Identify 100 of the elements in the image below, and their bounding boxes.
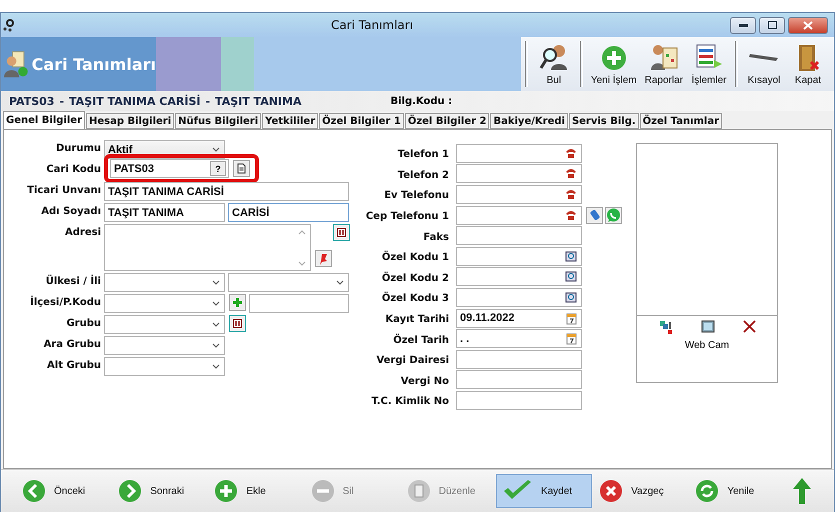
help-button[interactable]: ? (210, 161, 226, 176)
date-field[interactable]: . . (456, 329, 582, 348)
field-label: Özel Tarih (392, 332, 450, 346)
code-field[interactable] (456, 288, 582, 307)
record-title: TAŞIT TANIMA CARİSİ (69, 94, 200, 108)
webcam-label: Web Cam (684, 340, 730, 351)
action-button[interactable]: Sonraki (111, 474, 208, 508)
field-label: Alt Grubu (46, 359, 102, 371)
dropdown[interactable] (228, 273, 349, 292)
chat-button[interactable] (605, 206, 622, 224)
field-label: Durumu (54, 142, 102, 154)
field-label: Adresi (64, 226, 102, 238)
field-label: T.C. Kimlik No (370, 395, 450, 408)
dropdown[interactable] (104, 273, 225, 292)
check-icon (502, 480, 533, 502)
cancel-icon (599, 479, 624, 503)
close-icon (803, 20, 813, 30)
tab[interactable]: Nüfus Bilgileri (175, 113, 262, 129)
first-name-field[interactable]: TAŞIT TANIMA (104, 203, 225, 222)
toolbar-button[interactable]: İşlemler (687, 39, 731, 89)
mobile-button[interactable] (586, 206, 603, 224)
door-icon (797, 44, 819, 72)
delete-icon[interactable] (742, 320, 756, 333)
toolbar-button[interactable]: Raporlar (640, 39, 687, 89)
caret-icon (212, 280, 220, 285)
text-field[interactable] (456, 226, 582, 246)
maximize-icon (768, 21, 776, 29)
action-button[interactable]: Önceki (15, 474, 112, 508)
lookup-icon (565, 250, 577, 262)
tab[interactable]: Hesap Bilgileri (86, 113, 174, 129)
mobile-phone-icon (588, 209, 600, 222)
phone-icon (565, 210, 577, 221)
pause-button[interactable] (333, 224, 350, 241)
date-field[interactable]: 09.11.2022 (456, 308, 582, 328)
maximize-button[interactable] (759, 16, 785, 34)
camera-icon[interactable] (700, 320, 714, 333)
caret-icon (212, 322, 220, 327)
action-button[interactable]: Kaydet (496, 474, 592, 508)
plus-icon (214, 479, 238, 503)
edit-icon (406, 479, 431, 503)
tab[interactable]: Yetkililer (262, 113, 318, 129)
report-icon (648, 42, 679, 72)
tab[interactable]: Özel Bilgiler 2 (404, 113, 490, 129)
tab[interactable]: Servis Bilg. (568, 113, 639, 129)
action-button[interactable]: Vazgeç (592, 474, 688, 508)
window-title: Cari Tanımları (330, 18, 414, 32)
last-name-field[interactable]: CARİSİ (228, 203, 349, 222)
field-label: Kayıt Tarihi (384, 313, 450, 326)
record-title: TAŞIT TANIMA (215, 94, 302, 108)
document-icon (237, 163, 246, 174)
app-icon (3, 18, 17, 32)
document-button[interactable] (233, 160, 250, 177)
phone-icon (565, 168, 577, 180)
header-title: Cari Tanımları (32, 54, 156, 74)
field-label: Vergi Dairesi (375, 354, 450, 366)
field-label: Ara Grubu (42, 338, 102, 350)
plus-icon (232, 297, 243, 308)
record-title: - (59, 94, 64, 108)
tab[interactable]: Özel Tanımlar (640, 113, 722, 129)
import-icon[interactable] (658, 320, 672, 334)
minus-icon (310, 479, 335, 503)
field-label: Vergi No (400, 374, 450, 387)
chat-bubble-icon (606, 208, 621, 223)
code-field[interactable] (456, 267, 582, 286)
toolbar-button[interactable]: Kısayol (742, 39, 786, 89)
address-field[interactable] (104, 224, 311, 271)
code-field[interactable] (456, 246, 582, 266)
dropdown[interactable] (104, 357, 225, 376)
scroll-arrows-icon (297, 228, 307, 268)
phone-icon (565, 188, 577, 200)
minimize-button[interactable] (730, 16, 756, 34)
phone-field[interactable] (456, 206, 582, 225)
text-field[interactable] (456, 370, 582, 390)
toolbar-button[interactable]: Kapat (786, 39, 830, 89)
toolbar-button[interactable]: Yeni İşlem (586, 39, 641, 89)
text-field[interactable]: TAŞIT TANIMA CARİSİ (104, 182, 349, 201)
action-button[interactable]: Ekle (207, 474, 304, 508)
tab[interactable]: Bakiye/Kredi (490, 113, 568, 129)
text-field[interactable] (456, 350, 582, 369)
map-pin-button[interactable] (315, 250, 332, 267)
field-label: Özel Kodu 1 (380, 250, 450, 264)
field-label: Özel Kodu 2 (380, 270, 450, 284)
toolbar-button[interactable]: Bul (532, 39, 576, 89)
tab[interactable]: Genel Bilgiler (3, 111, 86, 129)
pause-button[interactable] (229, 315, 246, 332)
caret-icon (212, 301, 220, 306)
field-label: Ülkesi / İli (44, 274, 102, 287)
record-title: - (205, 94, 210, 108)
plus-icon (600, 44, 628, 72)
field-label: Faks (422, 230, 450, 243)
postal-code-field[interactable] (249, 294, 349, 313)
field-label: Telefon 1 (396, 148, 450, 160)
action-button[interactable]: Yenile (688, 474, 784, 508)
phone-field[interactable] (456, 184, 582, 204)
tab[interactable]: Özel Bilgiler 1 (319, 113, 404, 129)
close-button[interactable] (788, 16, 828, 34)
phone-field[interactable] (456, 144, 582, 163)
field-label: Ticari Unvanı (26, 184, 102, 196)
phone-field[interactable] (456, 164, 582, 184)
text-field[interactable] (456, 390, 582, 410)
